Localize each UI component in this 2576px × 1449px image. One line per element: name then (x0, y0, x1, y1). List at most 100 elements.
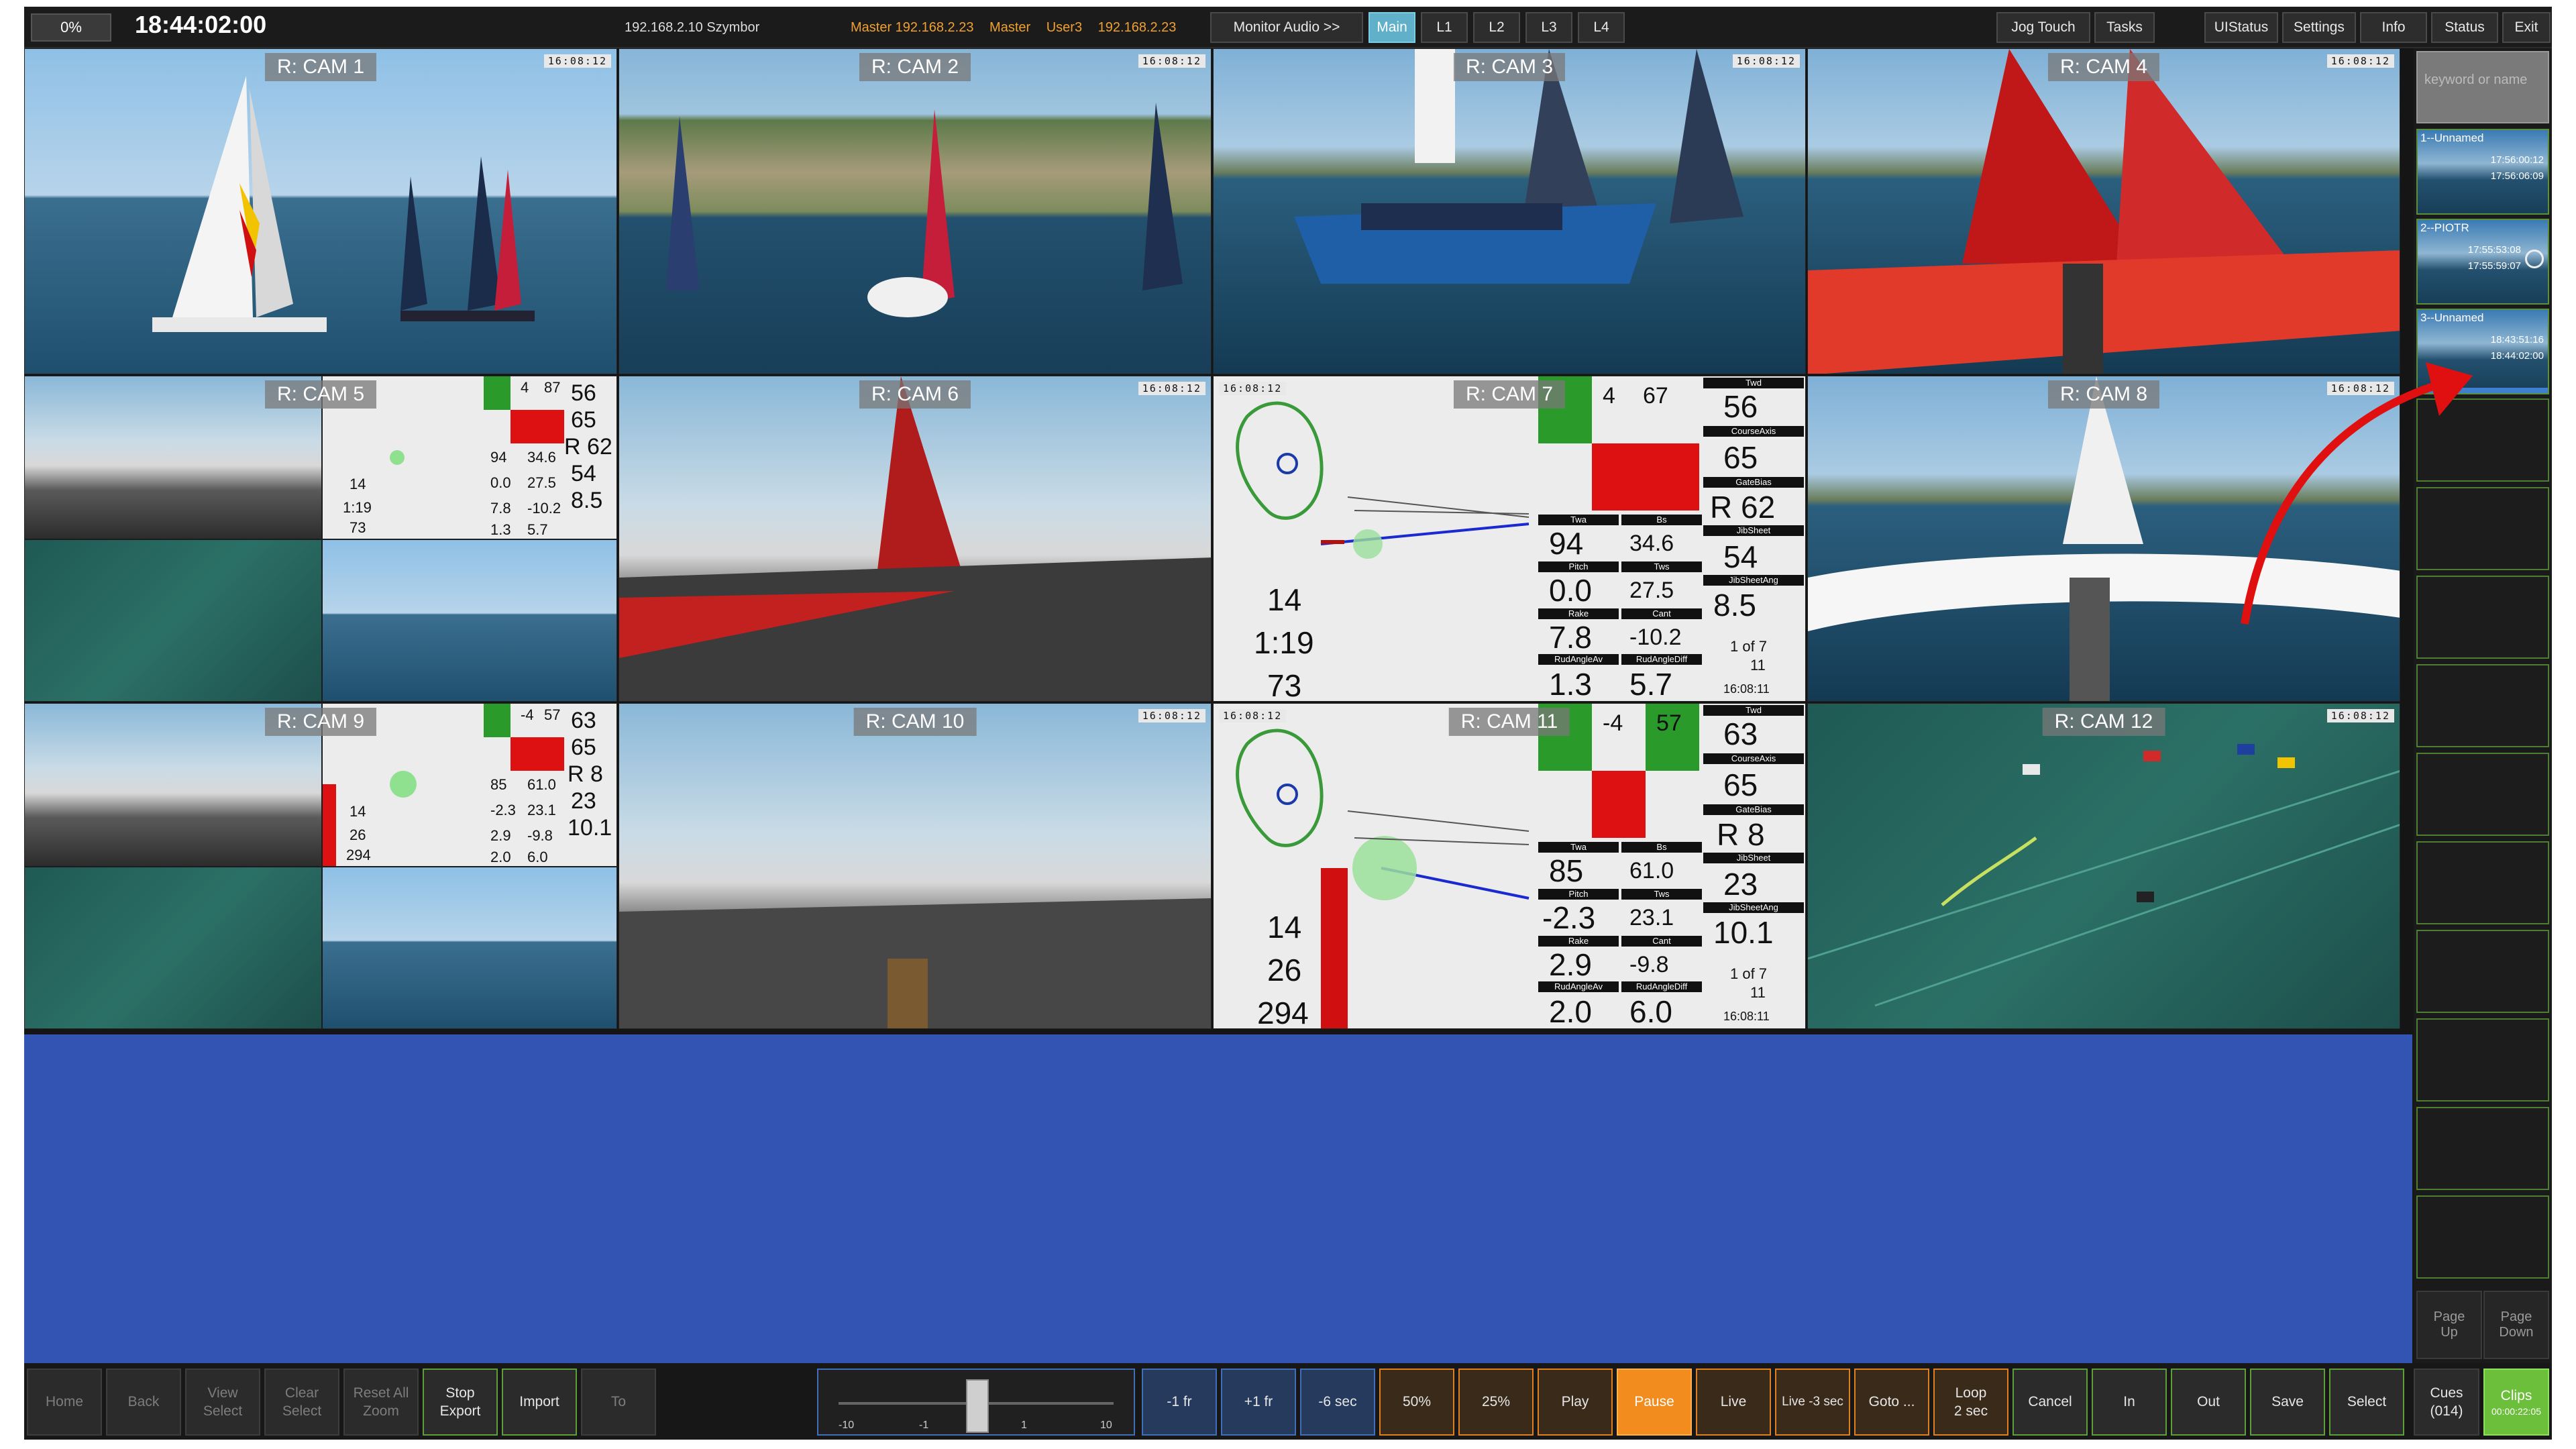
jog-label: -10 (839, 1419, 855, 1431)
rudanglediff-label: RudAngleDiff (1621, 654, 1702, 665)
play-button[interactable]: Play (1538, 1368, 1613, 1436)
empty-clip-slot[interactable] (2416, 930, 2549, 1013)
twa-value: 85 (1549, 853, 1584, 888)
data-value: 5.7 (527, 521, 548, 538)
camera-9-race-view (323, 867, 616, 1028)
camera-tile-10[interactable]: R: CAM 10 16:08:12 (619, 703, 1212, 1029)
data-value: -2.3 (490, 802, 516, 818)
exit-button[interactable]: Exit (2502, 12, 2551, 43)
page-down-button[interactable]: Page Down (2483, 1291, 2549, 1359)
data-value: 34.6 (527, 449, 556, 466)
live-button[interactable]: Live (1696, 1368, 1771, 1436)
cues-button[interactable]: Cues (014) (2414, 1368, 2479, 1436)
minus-6-sec-button[interactable]: -6 sec (1300, 1368, 1375, 1436)
jog-handle[interactable] (966, 1379, 989, 1433)
data-value: -9.8 (527, 827, 553, 844)
clip-item-selected[interactable]: 3--Unnamed 18:43:51:16 18:44:02:00 (2416, 309, 2549, 394)
empty-clip-slot[interactable] (2416, 1018, 2549, 1102)
minus-1-frame-button[interactable]: -1 fr (1142, 1368, 1217, 1436)
status-button[interactable]: Status (2431, 12, 2498, 43)
camera-tile-7[interactable]: R: CAM 7 16:08:12 4 67 Twd 56 CourseAxis… (1213, 376, 1806, 702)
empty-clip-slot[interactable] (2416, 487, 2549, 570)
twa-label: Twa (1538, 842, 1619, 853)
camera-tile-5[interactable]: R: CAM 5 4 87 56 65 R 62 54 8.5 94 34.6 … (24, 376, 617, 702)
select-button[interactable]: Select (2329, 1368, 2404, 1436)
clip-item[interactable]: 1--Unnamed 17:56:00:12 17:56:06:09 (2416, 129, 2549, 215)
data-value: 56 (571, 380, 596, 406)
panel-time: 16:08:11 (1723, 1010, 1770, 1023)
empty-clip-slot[interactable] (2416, 753, 2549, 836)
clips-button[interactable]: Clips 00:00:22:05 (2483, 1368, 2549, 1436)
layout-main-button[interactable]: Main (1368, 12, 1415, 43)
tasks-button[interactable]: Tasks (2094, 12, 2155, 43)
back-button[interactable]: Back (106, 1368, 181, 1436)
master-info: Master 192.168.2.23 Master User3 192.168… (851, 20, 1188, 36)
camera-tile-12[interactable]: R: CAM 12 16:08:12 (1807, 703, 2400, 1029)
save-button[interactable]: Save (2250, 1368, 2325, 1436)
page-up-button[interactable]: Page Up (2416, 1291, 2482, 1359)
camera-tile-1[interactable]: R: CAM 1 16:08:12 (24, 48, 617, 374)
jog-label: -1 (919, 1419, 929, 1431)
plus-1-frame-button[interactable]: +1 fr (1221, 1368, 1296, 1436)
tws-value: 27.5 (1629, 578, 1674, 603)
empty-clip-slot[interactable] (2416, 398, 2549, 482)
clip-name: 3--Unnamed (2420, 311, 2484, 324)
empty-clip-slot[interactable] (2416, 664, 2549, 747)
rudanglediff-value: 6.0 (1629, 994, 1672, 1029)
layout-l4-button[interactable]: L4 (1578, 12, 1625, 43)
clear-select-button[interactable]: Clear Select (264, 1368, 339, 1436)
import-button[interactable]: Import (502, 1368, 577, 1436)
camera-tile-2[interactable]: R: CAM 2 16:08:12 (619, 48, 1212, 374)
clip-item[interactable]: 2--PIOTR 17:55:53:08 17:55:59:07 (2416, 219, 2549, 305)
clip-search-input[interactable]: keyword or name (2416, 51, 2549, 123)
loop-2-sec-button[interactable]: Loop 2 sec (1933, 1368, 2008, 1436)
master-address: Master 192.168.2.23 (851, 20, 974, 35)
mark-in-button[interactable]: In (2092, 1368, 2167, 1436)
cant-value: -9.8 (1629, 952, 1669, 977)
mark-out-button[interactable]: Out (2171, 1368, 2246, 1436)
speed-50-button[interactable]: 50% (1379, 1368, 1454, 1436)
monitor-audio-button[interactable]: Monitor Audio >> (1210, 12, 1363, 43)
settings-button[interactable]: Settings (2282, 12, 2356, 43)
camera-tile-3[interactable]: R: CAM 3 16:08:12 (1213, 48, 1806, 374)
gatebias-label: GateBias (1703, 804, 1804, 815)
empty-clip-slot[interactable] (2416, 1107, 2549, 1190)
layout-l3-button[interactable]: L3 (1525, 12, 1572, 43)
data-value: 10.1 (568, 815, 612, 841)
layout-l1-button[interactable]: L1 (1421, 12, 1468, 43)
info-button[interactable]: Info (2360, 12, 2427, 43)
camera-tile-6[interactable]: R: CAM 6 16:08:12 (619, 376, 1212, 702)
view-select-button[interactable]: View Select (185, 1368, 260, 1436)
speed-25-button[interactable]: 25% (1458, 1368, 1534, 1436)
live-minus-3-sec-button[interactable]: Live -3 sec (1775, 1368, 1850, 1436)
rudangleav-value: 1.3 (1549, 667, 1592, 702)
jog-touch-button[interactable]: Jog Touch (1996, 12, 2090, 43)
camera-tile-8[interactable]: R: CAM 8 16:08:12 (1807, 376, 2400, 702)
goto-button[interactable]: Goto ... (1854, 1368, 1929, 1436)
reset-all-zoom-button[interactable]: Reset All Zoom (343, 1368, 419, 1436)
camera-label: R: CAM 1 (264, 53, 377, 81)
cancel-button[interactable]: Cancel (2012, 1368, 2088, 1436)
uistatus-button[interactable]: UIStatus (2204, 12, 2278, 43)
courseaxis-label: CourseAxis (1703, 753, 1804, 764)
empty-clip-slot[interactable] (2416, 1195, 2549, 1279)
home-button[interactable]: Home (27, 1368, 102, 1436)
jibsheet-value: 23 (1723, 867, 1758, 902)
empty-clip-slot[interactable] (2416, 576, 2549, 659)
camera-timecode: 16:08:12 (1219, 709, 1287, 722)
progress-percent: 0% (31, 13, 111, 42)
pause-button[interactable]: Pause (1617, 1368, 1692, 1436)
jibsheetang-value: 10.1 (1713, 915, 1774, 950)
camera-tile-9[interactable]: R: CAM 9 -4 57 63 65 R 8 23 10.1 85 61.0… (24, 703, 617, 1029)
course-map (1236, 729, 1529, 1028)
jog-slider[interactable]: -10 -1 1 10 (817, 1368, 1135, 1436)
camera-tile-4[interactable]: R: CAM 4 16:08:12 (1807, 48, 2400, 374)
deck-scene (619, 898, 1211, 1028)
camera-tile-11[interactable]: R: CAM 11 16:08:12 -4 57 Twd 63 CourseAx… (1213, 703, 1806, 1029)
layout-l2-button[interactable]: L2 (1473, 12, 1520, 43)
to-button[interactable]: To (581, 1368, 656, 1436)
camera-timecode: 16:08:12 (543, 54, 611, 68)
twd-label: Twd (1703, 705, 1804, 716)
stop-export-button[interactable]: Stop Export (423, 1368, 498, 1436)
empty-clip-slot[interactable] (2416, 841, 2549, 924)
